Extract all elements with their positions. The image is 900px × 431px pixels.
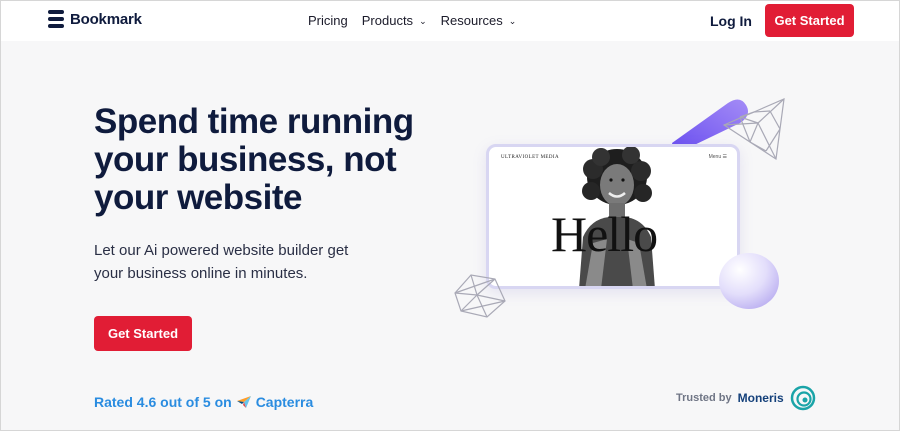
site-preview-window: ULTRAVIOLET MEDIA Menu ☰ Hello	[486, 144, 740, 289]
hero-subtitle: Let our Ai powered website builder get y…	[94, 242, 349, 282]
nav-item-label: Pricing	[308, 13, 348, 28]
trusted-label: Trusted by	[676, 392, 732, 404]
nav-item-pricing[interactable]: Pricing	[308, 13, 348, 28]
moneris-logo-text: Moneris	[737, 391, 784, 405]
preview-hello-text: Hello	[551, 206, 658, 262]
bookmark-logo-icon	[48, 10, 64, 28]
nav-links: Pricing Products ⌄ Resources ⌄	[308, 13, 516, 28]
moneris-swirl-icon	[790, 385, 815, 411]
preview-menu: Menu ☰	[708, 154, 727, 160]
nav-item-resources[interactable]: Resources ⌄	[441, 13, 517, 28]
nav-item-label: Resources	[440, 13, 503, 28]
trusted-by: Trusted by Moneris	[676, 385, 816, 411]
get-started-hero-button[interactable]: Get Started	[94, 316, 192, 351]
hero-title: Spend time running your business, not yo…	[94, 102, 414, 217]
wireframe-gem-shape	[454, 274, 506, 318]
get-started-nav-button[interactable]: Get Started	[765, 4, 854, 37]
chevron-down-icon: ⌄	[508, 16, 517, 26]
logo[interactable]: Bookmark	[48, 10, 142, 28]
logo-text: Bookmark	[70, 10, 142, 28]
top-nav: Bookmark Pricing Products ⌄ Resources ⌄ …	[1, 1, 899, 41]
preview-brand: ULTRAVIOLET MEDIA	[501, 155, 559, 160]
capterra-label: Capterra	[255, 394, 314, 410]
rating-line[interactable]: Rated 4.6 out of 5 on Capterra	[94, 394, 313, 410]
rating-text: Rated 4.6 out of 5 on	[94, 394, 232, 410]
nav-item-label: Products	[361, 13, 414, 28]
nav-item-products[interactable]: Products ⌄	[362, 13, 427, 28]
lavender-sphere-shape	[719, 253, 779, 309]
login-link[interactable]: Log In	[710, 13, 752, 29]
chevron-down-icon: ⌄	[419, 16, 427, 26]
capterra-arrow-icon	[236, 396, 251, 408]
page: Bookmark Pricing Products ⌄ Resources ⌄ …	[0, 0, 900, 431]
